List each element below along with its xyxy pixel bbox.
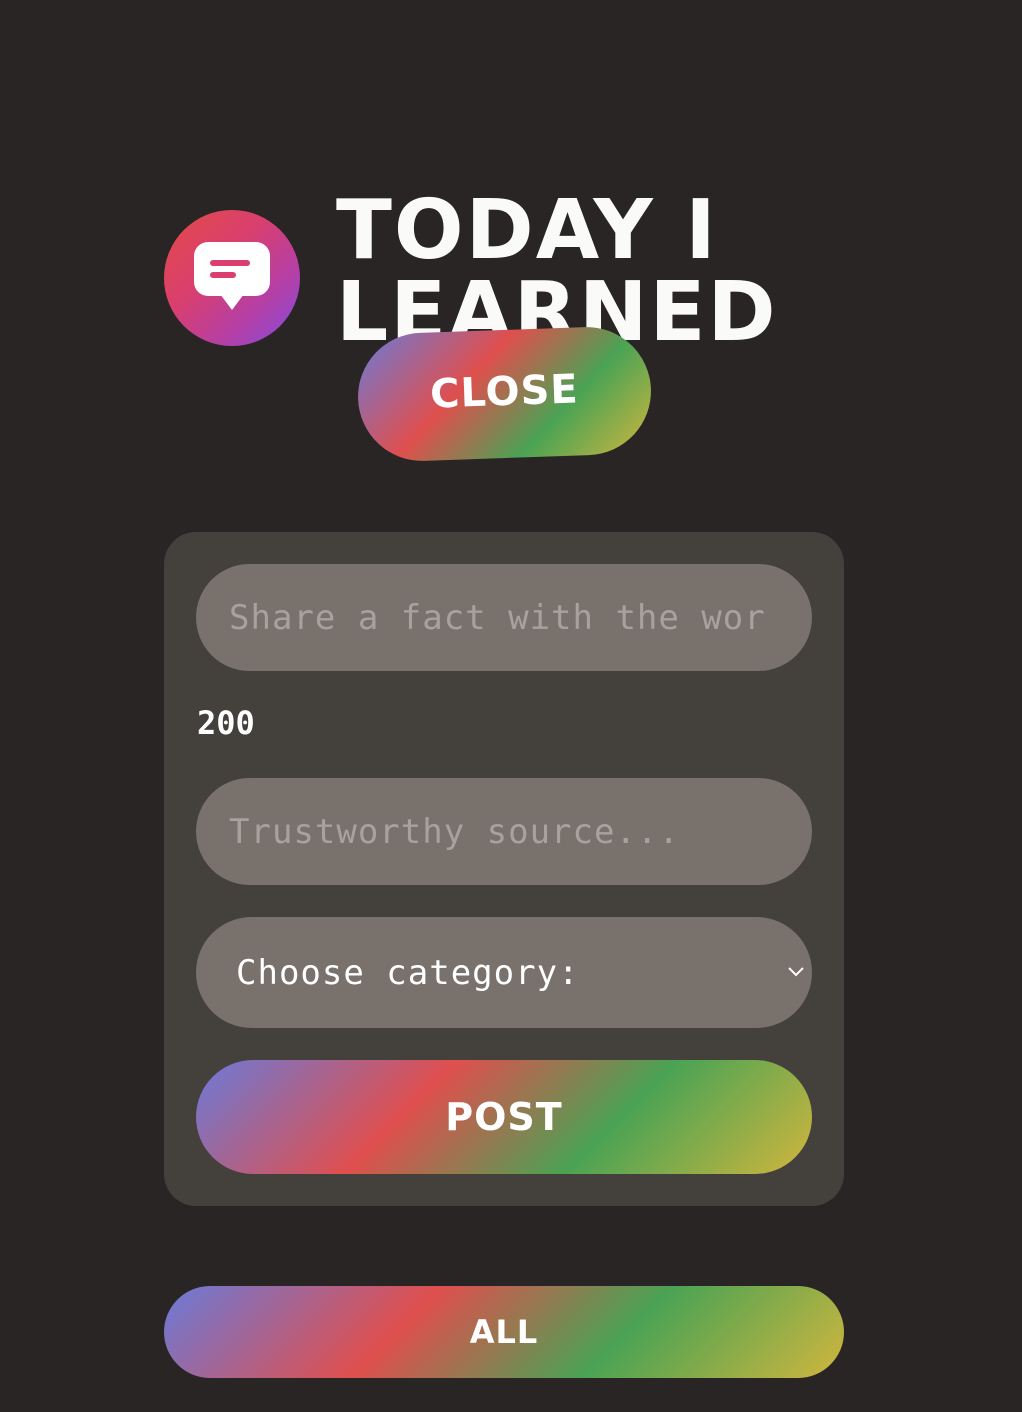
chevron-down-icon <box>788 967 804 977</box>
post-button[interactable]: POST <box>196 1060 812 1174</box>
fact-input[interactable]: Share a fact with the wor <box>196 564 812 671</box>
new-fact-form: Share a fact with the wor 200 Trustworth… <box>164 532 844 1206</box>
category-select[interactable]: Choose category: <box>196 917 812 1028</box>
logo <box>164 210 300 347</box>
close-button[interactable]: CLOSE <box>355 324 654 464</box>
chat-bubble-icon <box>194 242 270 311</box>
character-count: 200 <box>197 704 255 742</box>
category-select-value: Choose category: <box>236 952 580 993</box>
category-all-button[interactable]: ALL <box>164 1286 844 1378</box>
source-input[interactable]: Trustworthy source... <box>196 778 812 885</box>
